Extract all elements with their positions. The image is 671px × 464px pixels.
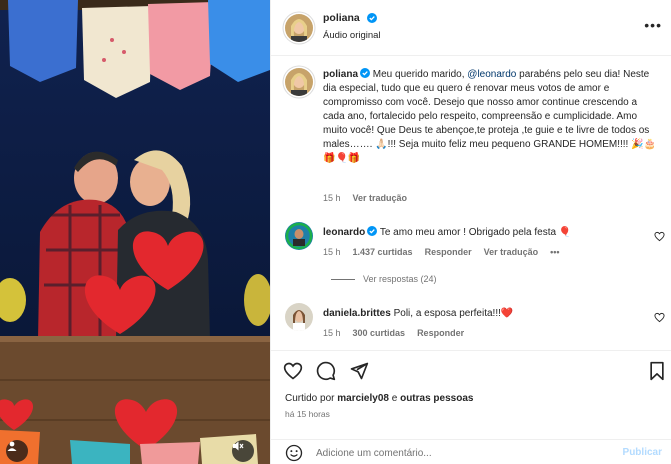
post-timestamp[interactable]: há 15 horas bbox=[285, 409, 330, 419]
post-media[interactable] bbox=[0, 0, 270, 464]
comment-username[interactable]: daniela.brittes bbox=[323, 308, 391, 319]
emoji-icon[interactable] bbox=[285, 444, 303, 462]
comment-input[interactable] bbox=[316, 446, 616, 460]
verified-badge-icon bbox=[360, 68, 371, 78]
heart-icon[interactable] bbox=[283, 361, 303, 381]
tagged-users-button[interactable] bbox=[6, 440, 28, 462]
view-replies-button[interactable]: Ver respostas (24) bbox=[331, 274, 437, 284]
speaker-muted-icon bbox=[233, 441, 244, 451]
caption-time: 15 h bbox=[323, 193, 341, 203]
comment-avatar-daniela[interactable] bbox=[285, 303, 313, 331]
mute-button[interactable] bbox=[232, 440, 254, 462]
see-translation-link[interactable]: Ver tradução bbox=[353, 193, 408, 203]
liked-by-user[interactable]: marciely08 bbox=[337, 393, 389, 404]
party-photo bbox=[0, 0, 270, 464]
add-comment-bar: Publicar bbox=[271, 439, 671, 464]
replies-divider bbox=[331, 278, 355, 280]
mention-link[interactable]: @leonardo bbox=[467, 69, 516, 80]
comment-like-heart-icon[interactable] bbox=[654, 231, 665, 242]
liked-by-mid: e bbox=[388, 393, 401, 404]
comment-time: 15 h bbox=[323, 328, 341, 338]
comment-likes-count[interactable]: 1.437 curtidas bbox=[353, 247, 413, 257]
liked-by: Curtido por marciely08 e outras pessoas bbox=[285, 393, 473, 404]
paper-plane-icon[interactable] bbox=[349, 361, 369, 381]
comment-username[interactable]: leonardo bbox=[323, 227, 365, 238]
liked-by-others[interactable]: outras pessoas bbox=[400, 393, 473, 404]
comment-text: Te amo meu amor ! Obrigado pela festa 🎈 bbox=[379, 227, 572, 238]
post-actions: Curtido por marciely08 e outras pessoas … bbox=[271, 350, 671, 464]
view-replies-label: Ver respostas (24) bbox=[363, 274, 437, 284]
post-caption: poliana Meu querido marido, @leonardo pa… bbox=[323, 68, 658, 166]
publish-button[interactable]: Publicar bbox=[623, 447, 662, 458]
user-icon bbox=[7, 441, 17, 451]
caption-meta: 15 h Ver tradução bbox=[323, 193, 407, 203]
liked-by-prefix: Curtido por bbox=[285, 393, 338, 404]
more-options-icon[interactable]: ••• bbox=[644, 17, 662, 33]
caption-text-start: Meu querido marido, bbox=[370, 69, 468, 80]
verified-badge-icon bbox=[367, 13, 377, 23]
post-details-panel: poliana Áudio original ••• poliana Meu q… bbox=[270, 0, 671, 464]
comment-icon[interactable] bbox=[316, 361, 336, 381]
caption-text-end: parabéns pelo seu dia! Neste dia especia… bbox=[323, 69, 657, 164]
comment-item: daniela.brittes Poli, a esposa perfeita!… bbox=[323, 307, 643, 321]
caption-username[interactable]: poliana bbox=[323, 69, 358, 80]
audio-link[interactable]: Áudio original bbox=[323, 30, 381, 41]
author-username[interactable]: poliana bbox=[323, 12, 360, 24]
comment-meta: 15 h 1.437 curtidas Responder Ver traduç… bbox=[323, 247, 560, 257]
comment-avatar-leonardo[interactable] bbox=[285, 222, 313, 250]
caption-avatar[interactable] bbox=[285, 68, 313, 96]
comment-more-icon[interactable]: ••• bbox=[550, 247, 559, 257]
comment-translate-link[interactable]: Ver tradução bbox=[484, 247, 539, 257]
bookmark-icon[interactable] bbox=[647, 361, 667, 381]
author-avatar[interactable] bbox=[285, 14, 313, 42]
verified-badge-icon bbox=[367, 226, 378, 236]
comment-likes-count[interactable]: 300 curtidas bbox=[353, 328, 406, 338]
comment-text: Poli, a esposa perfeita!!!❤️ bbox=[393, 308, 514, 319]
reply-button[interactable]: Responder bbox=[417, 328, 464, 338]
comment-like-heart-icon[interactable] bbox=[654, 312, 665, 323]
post-header: poliana Áudio original ••• bbox=[271, 0, 671, 56]
comment-meta: 15 h 300 curtidas Responder bbox=[323, 328, 464, 338]
comment-item: leonardo Te amo meu amor ! Obrigado pela… bbox=[323, 226, 643, 240]
reply-button[interactable]: Responder bbox=[425, 247, 472, 257]
comment-time: 15 h bbox=[323, 247, 341, 257]
